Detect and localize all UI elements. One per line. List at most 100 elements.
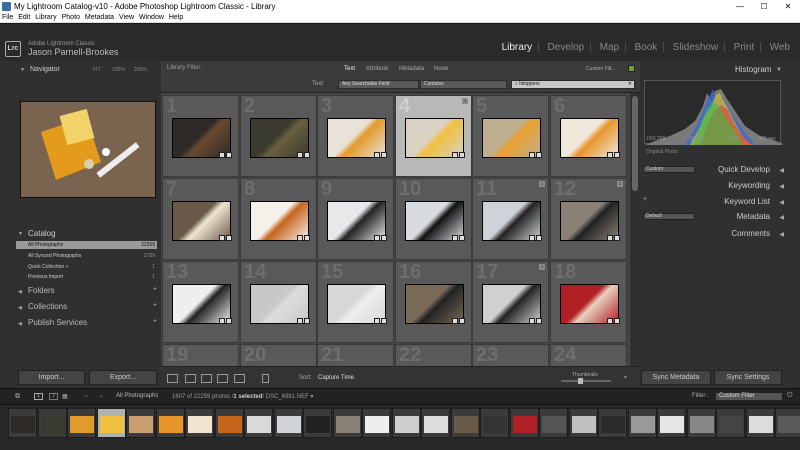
forward-arrow-icon[interactable]: → <box>98 393 104 399</box>
filmstrip-thumb[interactable] <box>185 408 214 438</box>
metadata-badge-icon[interactable] <box>529 152 535 158</box>
filmstrip-thumb[interactable] <box>362 408 391 438</box>
develop-badge-icon[interactable] <box>459 152 465 158</box>
expand-triangle-icon[interactable]: ◀ <box>779 231 784 238</box>
compare-view-icon[interactable] <box>201 374 212 383</box>
metadata-badge-icon[interactable] <box>297 318 303 324</box>
grid-cell[interactable]: 10 <box>395 178 472 260</box>
filmstrip-thumb[interactable] <box>37 408 67 438</box>
metadata-preset-select[interactable]: Default <box>643 213 695 220</box>
metadata-badge-icon[interactable] <box>297 235 303 241</box>
develop-badge-icon[interactable] <box>381 235 387 241</box>
develop-badge-icon[interactable] <box>226 318 232 324</box>
grid-cell[interactable]: 7 <box>162 178 239 260</box>
develop-badge-icon[interactable] <box>226 152 232 158</box>
filmstrip-thumb[interactable] <box>8 408 37 438</box>
grid-scrollbar[interactable] <box>630 93 640 366</box>
sync-settings-button[interactable]: Sync Settings <box>714 370 782 385</box>
grid-cell[interactable]: 5 <box>472 95 549 177</box>
grid-cell[interactable]: 9 <box>317 178 394 260</box>
grid-cell[interactable]: 1 <box>162 95 239 177</box>
filmstrip-thumb[interactable] <box>96 408 126 438</box>
search-input[interactable]: ⌕ hitoppers ✕ <box>511 80 635 89</box>
page-1-button[interactable]: 1 <box>34 393 43 400</box>
grid-cell[interactable]: 24 <box>550 344 627 366</box>
metadata-badge-icon[interactable] <box>374 152 380 158</box>
slider-handle[interactable] <box>578 378 583 384</box>
filmstrip-thumb[interactable] <box>421 408 450 438</box>
metadata-badge-icon[interactable] <box>452 152 458 158</box>
add-collection-icon[interactable]: + <box>153 302 157 309</box>
navigator-preview[interactable] <box>20 101 156 198</box>
metadata-badge-icon[interactable] <box>607 152 613 158</box>
menu-view[interactable]: View <box>119 13 134 23</box>
metadata-badge-icon[interactable] <box>219 235 225 241</box>
people-view-icon[interactable] <box>234 374 245 383</box>
filmstrip-source[interactable]: All Photographs <box>116 393 158 399</box>
filter-tab-metadata[interactable]: Metadata <box>399 66 424 72</box>
minimize-button[interactable]: — <box>728 0 752 13</box>
metadata-badge-icon[interactable] <box>529 318 535 324</box>
filmstrip-thumb[interactable] <box>775 408 800 438</box>
develop-badge-icon[interactable] <box>381 318 387 324</box>
add-keyword-icon[interactable]: + <box>643 196 647 203</box>
develop-badge-icon[interactable] <box>226 235 232 241</box>
expand-triangle-icon[interactable]: ◀ <box>779 214 784 221</box>
metadata-badge-icon[interactable] <box>607 235 613 241</box>
zoom-fit[interactable]: FIT <box>93 64 101 76</box>
filmstrip-thumb[interactable] <box>568 408 598 438</box>
menu-help[interactable]: Help <box>169 13 183 23</box>
filmstrip-thumb[interactable] <box>391 408 421 438</box>
module-slideshow[interactable]: Slideshow <box>673 42 719 53</box>
develop-badge-icon[interactable] <box>536 318 542 324</box>
filmstrip-thumb[interactable] <box>126 408 155 438</box>
filmstrip-thumb[interactable] <box>332 408 362 438</box>
keywording-title[interactable]: Keywording <box>728 181 770 190</box>
module-web[interactable]: Web <box>770 42 790 53</box>
filter-lock-icon[interactable] <box>628 65 635 72</box>
grid-cell[interactable]: 14 <box>240 261 317 343</box>
filmstrip-thumb[interactable] <box>244 408 273 438</box>
navigator-header[interactable]: ▼ Navigator FIT 100% 200% <box>0 64 161 76</box>
grid-cell[interactable]: 15 <box>317 261 394 343</box>
thumbnail-size-slider[interactable] <box>561 380 611 382</box>
back-arrow-icon[interactable]: ← <box>84 393 90 399</box>
grid-cell[interactable]: 13 <box>162 261 239 343</box>
grid-cell[interactable]: 41 <box>395 95 472 177</box>
menu-edit[interactable]: Edit <box>18 13 30 23</box>
menu-metadata[interactable]: Metadata <box>85 13 114 23</box>
rule-select[interactable]: Contains <box>420 80 507 89</box>
metadata-badge-icon[interactable] <box>219 318 225 324</box>
filmstrip-thumb[interactable] <box>303 408 332 438</box>
filter-tab-none[interactable]: None <box>434 66 448 72</box>
grid-cell[interactable]: 22 <box>395 344 472 366</box>
metadata-badge-icon[interactable] <box>607 318 613 324</box>
grid-view-icon[interactable] <box>167 374 178 383</box>
add-folder-icon[interactable]: + <box>153 286 157 293</box>
toolbar-menu-icon[interactable]: ▾ <box>624 374 627 381</box>
publish-services-header[interactable]: ◀ Publish Services + <box>16 318 161 330</box>
grid-cell[interactable]: 12 1 <box>550 178 627 260</box>
saved-preset-select[interactable]: Custom <box>643 166 695 173</box>
zoom-100[interactable]: 100% <box>112 64 125 76</box>
grid-cell[interactable]: 11 1 <box>472 178 549 260</box>
expand-triangle-icon[interactable]: ◀ <box>779 167 784 174</box>
filter-tab-text[interactable]: Text <box>344 66 355 72</box>
filmstrip-thumb[interactable] <box>480 408 509 438</box>
filmstrip-thumb[interactable] <box>450 408 480 438</box>
menu-library[interactable]: Library <box>35 13 56 23</box>
menu-window[interactable]: Window <box>139 13 164 23</box>
grid-cell[interactable]: 6 <box>550 95 627 177</box>
expand-triangle-icon[interactable]: ◀ <box>779 183 784 190</box>
filmstrip-filter-select[interactable]: Custom Filter <box>715 392 783 401</box>
stack-count-icon[interactable]: 1 <box>539 181 545 187</box>
close-button[interactable]: ✕ <box>776 0 800 13</box>
grid-cell[interactable]: 16 <box>395 261 472 343</box>
metadata-title[interactable]: Metadata <box>737 212 770 221</box>
searchable-field-select[interactable]: Any Searchable Field <box>338 80 419 89</box>
filmstrip-thumb[interactable] <box>657 408 686 438</box>
grid-cell[interactable]: 20 <box>240 344 317 366</box>
grid-cell[interactable]: 19 <box>162 344 239 366</box>
collapse-triangle-icon[interactable]: ▼ <box>776 67 782 73</box>
catalog-item-all-synced[interactable]: All Synced Photographs 2739 <box>16 252 157 260</box>
